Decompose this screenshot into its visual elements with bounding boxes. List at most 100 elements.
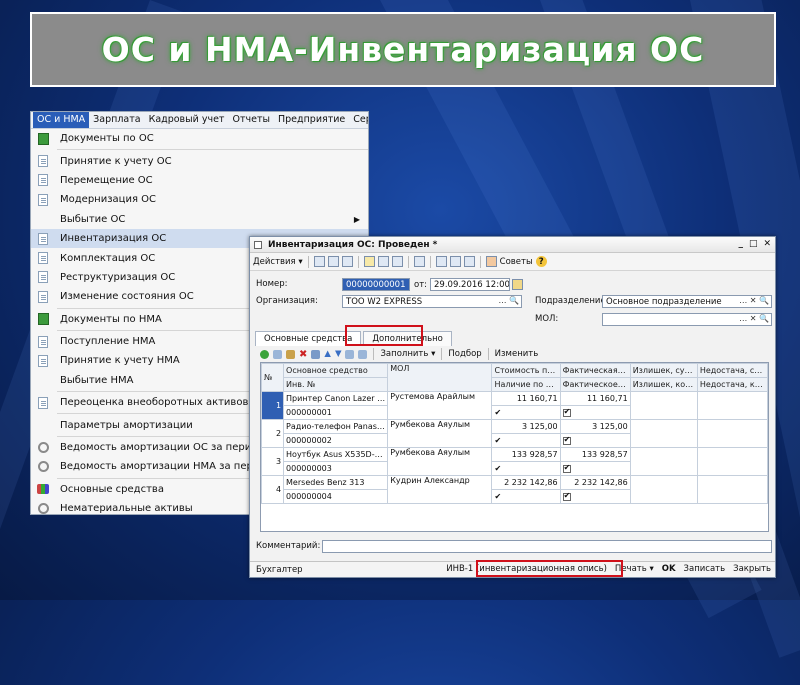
- col-shortage-qty[interactable]: Недостача, кол...: [696, 377, 768, 392]
- help-book-icon[interactable]: [485, 256, 497, 267]
- window-titlebar: Инвентаризация ОС: Проведен * _ □ ✕: [250, 237, 775, 253]
- entry-icon[interactable]: [413, 256, 425, 267]
- menu-item-os-transfer[interactable]: Перемещение ОС: [31, 171, 368, 190]
- menubar-item-os-nma[interactable]: ОС и НМА: [33, 112, 90, 128]
- unpost-icon[interactable]: [341, 256, 353, 267]
- responsible-user: Бухгалтер: [256, 564, 303, 575]
- menubar-item-enterprise[interactable]: Предприятие: [274, 112, 349, 128]
- save-icon[interactable]: [313, 256, 325, 267]
- select-search-icon[interactable]: … 🔍: [498, 296, 519, 305]
- comment-field[interactable]: [322, 540, 772, 553]
- edit-icon[interactable]: [286, 349, 295, 359]
- menu-item-os-disposal[interactable]: Выбытие ОС ▶: [31, 210, 368, 229]
- presence-check-icon: ✔: [494, 436, 502, 445]
- document-icon: [36, 335, 50, 349]
- organization-field[interactable]: ТОО W2 EXPRESS … 🔍: [342, 295, 522, 308]
- table-row[interactable]: 2 Радио-телефон Panasonic Румбекова Аяул…: [261, 419, 768, 448]
- document-icon: [36, 154, 50, 168]
- maximize-icon[interactable]: □: [749, 239, 758, 249]
- table-row[interactable]: 1 Принтер Canon Lazer Jet Рустемова Арай…: [261, 391, 768, 420]
- post-icon[interactable]: [327, 256, 339, 267]
- menubar-item-service[interactable]: Сервис: [349, 112, 368, 128]
- window-icon: [254, 240, 262, 249]
- presence-check-icon: ✔: [494, 492, 502, 501]
- menubar-item-reports[interactable]: Отчеты: [228, 112, 274, 128]
- go-to-icon[interactable]: [391, 256, 403, 267]
- title-banner: ОС и НМА-Инвентаризация ОС: [30, 12, 776, 87]
- col-surplus-sum[interactable]: Излишек, сумма: [629, 363, 698, 378]
- col-fact-presence[interactable]: Фактическое ...: [559, 377, 631, 392]
- fact-presence-checkbox[interactable]: [562, 407, 571, 417]
- slide-title: ОС и НМА-Инвентаризация ОС: [101, 30, 705, 69]
- document-icon: [36, 290, 50, 304]
- help-icon[interactable]: ?: [535, 256, 547, 267]
- col-fact-cost[interactable]: Фактическая ...: [559, 363, 631, 378]
- number-label: Номер:: [256, 279, 288, 289]
- report-icon[interactable]: [449, 256, 461, 267]
- col-shortage-sum[interactable]: Недостача, су...: [696, 363, 768, 378]
- move-down-icon[interactable]: ▼: [335, 349, 342, 359]
- end-edit-icon[interactable]: [311, 349, 321, 359]
- menubar: ОС и НМА Зарплата Кадровый учет Отчеты П…: [31, 112, 368, 129]
- menu-item-os-acceptance[interactable]: Принятие к учету ОС: [31, 151, 368, 170]
- col-cost[interactable]: Стоимость по ...: [491, 363, 561, 378]
- mol-field[interactable]: … ✕ 🔍: [602, 313, 772, 326]
- save-button[interactable]: Записать: [684, 564, 726, 574]
- delete-icon[interactable]: ✖: [299, 349, 307, 360]
- document-toolbar: Действия ▾ Советы ?: [250, 253, 775, 271]
- add-icon[interactable]: [260, 349, 269, 359]
- minimize-icon[interactable]: _: [738, 239, 743, 249]
- structure-icon[interactable]: [377, 256, 389, 267]
- col-asset[interactable]: Основное средство: [283, 363, 389, 378]
- date-field[interactable]: 29.09.2016 12:00:00: [430, 278, 511, 291]
- menu-item-os-documents[interactable]: Документы по ОС: [31, 129, 368, 148]
- document-icon: [36, 173, 50, 187]
- ok-button[interactable]: OK: [662, 564, 676, 574]
- list-icon[interactable]: [435, 256, 447, 267]
- table-row[interactable]: 3 Ноутбук Asus X535D-SX... Румбекова Аяу…: [261, 447, 768, 476]
- col-number[interactable]: №: [261, 363, 285, 392]
- edit-button[interactable]: Изменить: [495, 349, 539, 359]
- department-field[interactable]: Основное подразделение … ✕ 🔍: [602, 295, 772, 308]
- menu-item-os-modernization[interactable]: Модернизация ОС: [31, 190, 368, 209]
- tips-button[interactable]: Советы: [500, 255, 533, 268]
- number-field[interactable]: 00000000001: [342, 278, 410, 291]
- menubar-item-salary[interactable]: Зарплата: [89, 112, 144, 128]
- col-inv-number[interactable]: Инв. №: [283, 377, 389, 392]
- document-icon: [36, 251, 50, 265]
- fact-presence-checkbox[interactable]: [562, 435, 571, 445]
- close-icon[interactable]: ✕: [763, 239, 771, 249]
- fact-presence-checkbox[interactable]: [562, 463, 571, 473]
- sort-asc-icon[interactable]: [345, 349, 355, 359]
- document-icon: [36, 396, 50, 410]
- document-icon: [36, 193, 50, 207]
- document-icon: [36, 270, 50, 284]
- sort-desc-icon[interactable]: [358, 349, 368, 359]
- select-clear-search-icon[interactable]: … ✕ 🔍: [739, 314, 769, 323]
- inventory-document-window: Инвентаризация ОС: Проведен * _ □ ✕ Дейс…: [249, 236, 776, 578]
- document-icon: [36, 232, 50, 246]
- select-button[interactable]: Подбор: [448, 349, 481, 359]
- copy-icon[interactable]: [363, 256, 375, 267]
- fact-presence-checkbox[interactable]: [562, 491, 571, 501]
- close-button[interactable]: Закрыть: [733, 564, 771, 574]
- fixed-assets-table: № Основное средство МОЛ Стоимость по ...…: [260, 362, 769, 532]
- fill-button[interactable]: Заполнить ▾: [380, 349, 435, 359]
- gear-icon: [36, 441, 50, 455]
- green-book-icon: [36, 132, 50, 146]
- col-presence-data[interactable]: Наличие по да...: [491, 377, 561, 392]
- calendar-icon[interactable]: [512, 279, 524, 290]
- gear-icon: [36, 460, 50, 474]
- mol-label: МОЛ:: [535, 314, 559, 324]
- table-icon[interactable]: [463, 256, 475, 267]
- document-icon: [36, 354, 50, 368]
- copy-row-icon[interactable]: [273, 349, 282, 359]
- table-row[interactable]: 4 Mersedes Benz 313 Кудрин Александр 2 2…: [261, 475, 768, 504]
- menubar-item-hr[interactable]: Кадровый учет: [145, 112, 229, 128]
- actions-menu-button[interactable]: Действия ▾: [253, 255, 303, 268]
- move-up-icon[interactable]: ▲: [324, 349, 331, 359]
- department-label: Подразделение:: [535, 296, 609, 306]
- col-surplus-qty[interactable]: Излишек, коли...: [629, 377, 698, 392]
- col-mol[interactable]: МОЛ: [387, 363, 493, 392]
- select-clear-search-icon[interactable]: … ✕ 🔍: [739, 296, 769, 305]
